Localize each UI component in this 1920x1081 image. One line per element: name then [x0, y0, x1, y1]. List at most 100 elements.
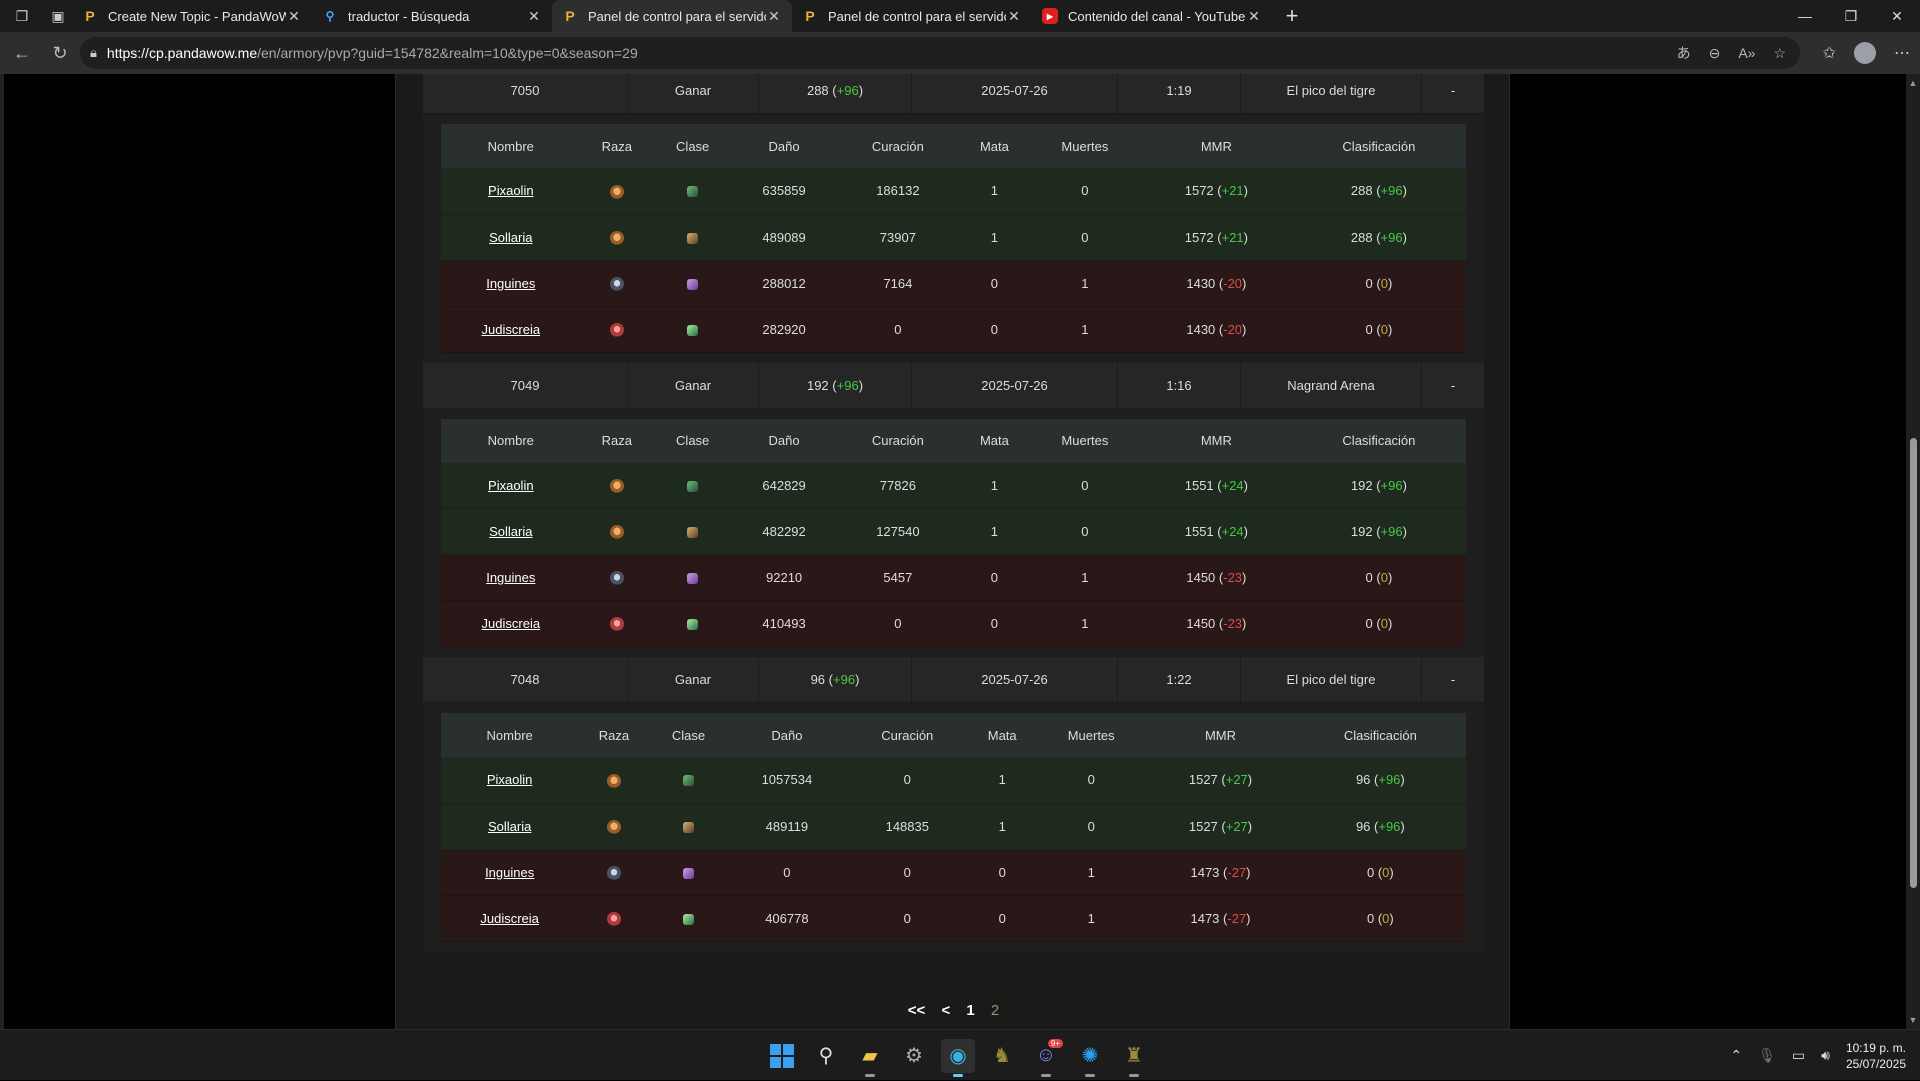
minimize-icon[interactable]: — [1782, 0, 1828, 32]
browser-tab[interactable]: P Panel de control para el servidor ✕ [792, 0, 1032, 32]
shaman-class-icon [687, 619, 699, 631]
player-name-link[interactable]: Judiscreia [482, 616, 541, 631]
network-icon[interactable]: ▭ [1792, 1047, 1805, 1064]
tab-actions-icon[interactable]: ▣ [44, 2, 72, 30]
deaths-cell: 1 [1036, 849, 1147, 896]
settings-gear-icon[interactable]: ⚙ [897, 1039, 931, 1073]
favorites-icon[interactable]: ✩ [1823, 43, 1836, 63]
browser-tab[interactable]: ▶ Contenido del canal - YouTube St ✕ [1032, 0, 1272, 32]
mmr-delta: -23 [1223, 570, 1243, 585]
player-name-link[interactable]: Sollaria [488, 819, 531, 834]
match-summary-row[interactable]: 7048 Ganar 96 (+96) 2025-07-26 1:22 El pico d… [423, 657, 1484, 703]
first-page-link[interactable]: << [908, 1002, 926, 1019]
paren: ) [1247, 818, 1253, 834]
close-window-icon[interactable]: ✕ [1874, 0, 1920, 32]
tab-title: Panel de control para el servidor [828, 8, 1006, 24]
race-cell [580, 462, 654, 509]
mmr-delta: +24 [1221, 524, 1244, 539]
paren: ) [1387, 275, 1393, 291]
back-icon[interactable]: ← [6, 37, 38, 69]
zoom-out-icon[interactable]: ⊖ [1709, 45, 1721, 62]
translate-icon[interactable]: あ [1677, 43, 1691, 63]
player-name-link[interactable]: Pixaolin [488, 478, 534, 493]
scroll-down-icon[interactable]: ▼ [1906, 1013, 1920, 1027]
close-tab-icon[interactable]: ✕ [286, 8, 302, 25]
armory-container: 7051Ganar384 (+96)2025-07-261:23Nagrand … [395, 74, 1510, 1029]
player-name-link[interactable]: Pixaolin [487, 772, 533, 787]
read-aloud-icon[interactable]: A» [1738, 45, 1755, 61]
player-name-cell: Pixaolin [441, 757, 579, 804]
windows-taskbar: ⚲ ▰ ⚙ ◉ ♞ ☺ 9+ ✺ ♜ ⌃ 🎙︎ ▭ 🔊︎ 10:19 p. m. … [0, 1029, 1920, 1080]
player-name-link[interactable]: Inguines [486, 570, 535, 585]
player-name-cell: Sollaria [441, 214, 581, 261]
match-toggle[interactable]: - [1422, 363, 1484, 408]
reload-icon[interactable]: ↻ [44, 37, 76, 69]
battle-net-icon[interactable]: ✺ [1073, 1039, 1107, 1077]
player-name-link[interactable]: Inguines [485, 865, 534, 880]
match-duration: 1:16 [1118, 362, 1241, 408]
page-2-link[interactable]: 2 [991, 1002, 999, 1019]
workspaces-icon[interactable]: ❐ [8, 2, 36, 30]
match-toggle[interactable]: - [1422, 74, 1484, 113]
new-tab-button[interactable]: + [1276, 0, 1308, 32]
more-menu-icon[interactable]: ⋯ [1894, 43, 1910, 63]
show-hidden-icons-icon[interactable]: ⌃ [1730, 1047, 1742, 1064]
deaths-cell: 1 [1028, 306, 1141, 353]
browser-tab[interactable]: P Create New Topic - PandaWoW ✕ [72, 0, 312, 32]
warrior-class-icon [687, 232, 699, 244]
pandaren-race-icon [609, 479, 624, 494]
rating-delta: 0 [1380, 321, 1388, 337]
game-client-icon[interactable]: ♜ [1117, 1039, 1151, 1077]
restore-icon[interactable]: ❐ [1828, 0, 1874, 32]
game-launcher-icon[interactable]: ♞ [985, 1039, 1019, 1073]
rating-value: 288 [1350, 229, 1373, 245]
player-name-link[interactable]: Sollaria [489, 230, 532, 245]
mmr-cell: 1430 (-20) [1140, 260, 1292, 307]
healing-cell: 127540 [835, 508, 960, 555]
rating-delta: +96 [1380, 524, 1403, 539]
youtube-favicon-icon: ▶ [1042, 8, 1058, 24]
match-toggle[interactable]: - [1422, 657, 1484, 702]
microphone-icon[interactable]: 🎙︎ [1758, 1047, 1776, 1064]
paren: ( [825, 672, 833, 687]
mmr-delta: +21 [1221, 229, 1244, 245]
close-tab-icon[interactable]: ✕ [1246, 8, 1262, 25]
mmr-delta: +27 [1225, 818, 1248, 834]
race-cell [580, 306, 654, 353]
scroll-up-icon[interactable]: ▲ [1906, 76, 1920, 90]
prev-page-link[interactable]: < [941, 1002, 950, 1019]
player-name-link[interactable]: Pixaolin [488, 183, 534, 198]
favorite-star-icon[interactable]: ☆ [1773, 45, 1786, 62]
windows-start-icon[interactable] [765, 1039, 799, 1073]
clock[interactable]: 10:19 p. m. 25/07/2025 [1846, 1040, 1906, 1072]
url-field[interactable]: 🔒︎ https://cp.pandawow.me/en/armory/pvp?… [80, 37, 1800, 69]
lock-icon[interactable]: 🔒︎ [90, 45, 97, 61]
close-tab-icon[interactable]: ✕ [766, 8, 782, 25]
file-explorer-icon[interactable]: ▰ [853, 1039, 887, 1077]
kills-cell: 0 [959, 554, 1029, 601]
close-tab-icon[interactable]: ✕ [526, 8, 542, 25]
browser-tab[interactable]: ⚲ traductor - Búsqueda ✕ [312, 0, 552, 32]
match-summary-row[interactable]: 7049 Ganar 192 (+96) 2025-07-26 1:16 Nagrand … [423, 362, 1484, 409]
deaths-cell: 1 [1028, 260, 1141, 307]
damage-cell: 92210 [732, 554, 836, 601]
player-name-link[interactable]: Judiscreia [480, 911, 539, 926]
search-icon[interactable]: ⚲ [809, 1039, 843, 1073]
player-name-cell: Pixaolin [441, 168, 581, 215]
scrollbar-thumb[interactable] [1910, 438, 1917, 888]
mmr-value: 1473 [1190, 910, 1220, 926]
edge-browser-icon[interactable]: ◉ [941, 1038, 975, 1077]
page-scrollbar[interactable]: ▲ ▼ [1906, 74, 1920, 1029]
player-name-link[interactable]: Judiscreia [482, 322, 541, 337]
player-name-link[interactable]: Inguines [486, 276, 535, 291]
player-name-link[interactable]: Sollaria [489, 524, 532, 539]
paren: ( [1372, 229, 1381, 245]
mmr-value: 1430 [1186, 321, 1216, 337]
browser-tab-active[interactable]: P Panel de control para el servidor ✕ [552, 0, 792, 32]
match-details: Nombre Raza Clase Daño Curación Mata Muertes MM… [423, 408, 1484, 657]
volume-icon[interactable]: 🔊︎ [1821, 1047, 1830, 1064]
discord-icon[interactable]: ☺ 9+ [1029, 1038, 1063, 1077]
close-tab-icon[interactable]: ✕ [1006, 8, 1022, 25]
match-summary-row[interactable]: 7050 Ganar 288 (+96) 2025-07-26 1:19 El pico … [423, 74, 1484, 114]
profile-avatar[interactable] [1854, 42, 1876, 64]
